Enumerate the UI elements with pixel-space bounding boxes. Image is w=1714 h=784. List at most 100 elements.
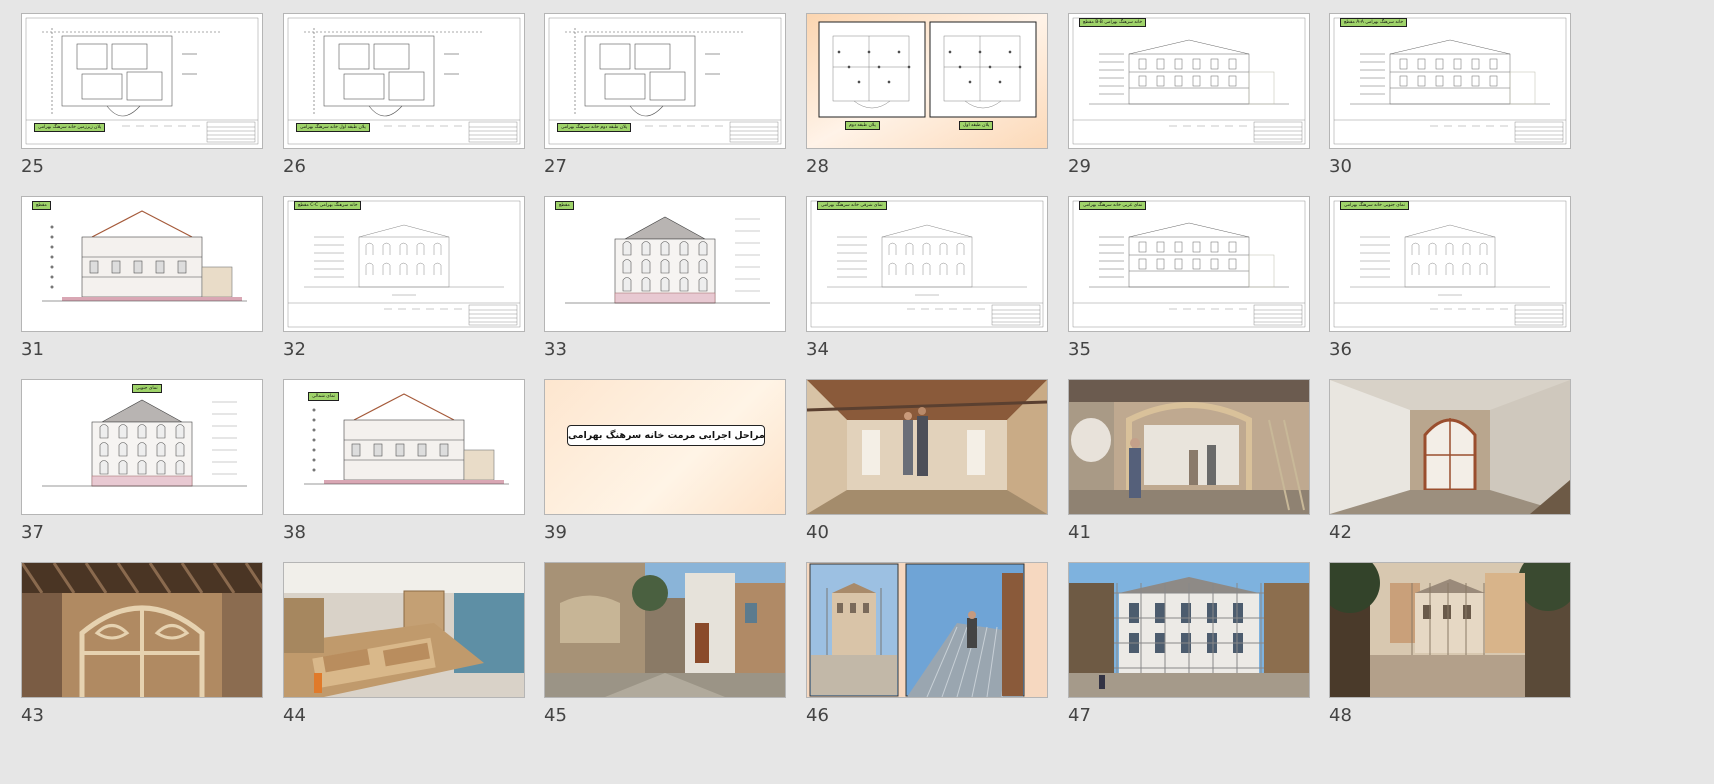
slide-item[interactable]: 45: [544, 562, 786, 752]
slide-title-text: آلبوم تصاویر مراحل اجرایی مرمت خانه سرهن…: [567, 425, 765, 446]
slide-label-tag: مقطع C-C خانه سرهنگ بهرامی: [294, 201, 362, 210]
slide-thumbnail[interactable]: پلان طبقه اول خانه سرهنگ بهرامی: [283, 13, 525, 149]
slide-thumbnail[interactable]: [283, 562, 525, 698]
slide-item[interactable]: آلبوم تصاویر مراحل اجرایی مرمت خانه سرهن…: [544, 379, 786, 569]
slide-item[interactable]: 40: [806, 379, 1048, 569]
slide-label-tag: پلان طبقه اول: [959, 121, 994, 130]
slide-drawing: [807, 14, 1047, 148]
slide-number: 43: [21, 705, 44, 726]
slide-number: 39: [544, 522, 567, 543]
slide-item[interactable]: 47: [1068, 562, 1310, 752]
slide-item[interactable]: مقطع C-C خانه سرهنگ بهرامی 32: [283, 196, 525, 386]
slide-number: 25: [21, 156, 44, 177]
slide-item[interactable]: نمای غربی خانه سرهنگ بهرامی 35: [1068, 196, 1310, 386]
slide-item[interactable]: 43: [21, 562, 263, 752]
slide-thumbnail[interactable]: آلبوم تصاویر مراحل اجرایی مرمت خانه سرهن…: [544, 379, 786, 515]
slide-number: 28: [806, 156, 829, 177]
slide-photo: [1069, 563, 1309, 697]
slide-thumbnail[interactable]: نمای شمالی: [283, 379, 525, 515]
slide-label-tag: نمای شرقی خانه سرهنگ بهرامی: [817, 201, 887, 210]
slide-thumbnail[interactable]: پلان زیرزمین خانه سرهنگ بهرامی: [21, 13, 263, 149]
slide-item[interactable]: مقطع 33: [544, 196, 786, 386]
slide-item[interactable]: مقطع B-B خانه سرهنگ بهرامی 29: [1068, 13, 1310, 203]
slide-item[interactable]: 42: [1329, 379, 1571, 569]
slide-label-tag: پلان طبقه اول خانه سرهنگ بهرامی: [296, 123, 370, 132]
slide-item[interactable]: نمای شمالی 38: [283, 379, 525, 569]
slide-item[interactable]: نمای جنوبی 37: [21, 379, 263, 569]
slide-item[interactable]: نمای جنوبی خانه سرهنگ بهرامی 36: [1329, 196, 1571, 386]
slide-thumbnail[interactable]: مقطع: [544, 196, 786, 332]
slide-number: 35: [1068, 339, 1091, 360]
slide-number: 38: [283, 522, 306, 543]
slide-number: 26: [283, 156, 306, 177]
slide-label-tag: نمای جنوبی: [132, 384, 162, 393]
slide-number: 46: [806, 705, 829, 726]
slide-number: 40: [806, 522, 829, 543]
slide-thumbnail[interactable]: [1329, 562, 1571, 698]
slide-item[interactable]: پلان طبقه دوم خانه سرهنگ بهرامی 27: [544, 13, 786, 203]
slide-label-tag: نمای شمالی: [308, 392, 340, 401]
slide-thumbnail[interactable]: [806, 379, 1048, 515]
slide-label-tag: مقطع: [32, 201, 51, 210]
slide-drawing: [287, 200, 521, 328]
slide-label-tag: نمای غربی خانه سرهنگ بهرامی: [1079, 201, 1147, 210]
slide-number: 33: [544, 339, 567, 360]
slide-sorter: پلان زیرزمین خانه سرهنگ بهرامی 25 پلان طبق…: [0, 0, 1714, 784]
slide-thumbnail[interactable]: [1068, 562, 1310, 698]
slide-thumbnail[interactable]: پلان طبقه دوم خانه سرهنگ بهرامی: [544, 13, 786, 149]
slide-number: 48: [1329, 705, 1352, 726]
slide-number: 41: [1068, 522, 1091, 543]
slide-drawing: [810, 200, 1044, 328]
slide-thumbnail[interactable]: نمای جنوبی خانه سرهنگ بهرامی: [1329, 196, 1571, 332]
slide-number: 36: [1329, 339, 1352, 360]
slide-item[interactable]: 44: [283, 562, 525, 752]
slide-thumbnail[interactable]: نمای شرقی خانه سرهنگ بهرامی: [806, 196, 1048, 332]
slide-item[interactable]: نمای شرقی خانه سرهنگ بهرامی 34: [806, 196, 1048, 386]
slide-thumbnail[interactable]: [544, 562, 786, 698]
slide-thumbnail[interactable]: مقطع C-C خانه سرهنگ بهرامی: [283, 196, 525, 332]
slide-label-tag: مقطع: [555, 201, 574, 210]
slide-thumbnail[interactable]: پلان طبقه دوم پلان طبقه اول: [806, 13, 1048, 149]
slide-item[interactable]: 46: [806, 562, 1048, 752]
slide-drawing: [42, 210, 247, 302]
slide-item[interactable]: مقطع 31: [21, 196, 263, 386]
slide-thumbnail[interactable]: [1329, 379, 1571, 515]
slide-item[interactable]: پلان زیرزمین خانه سرهنگ بهرامی 25: [21, 13, 263, 203]
slide-number: 34: [806, 339, 829, 360]
slide-thumbnail[interactable]: مقطع A-A خانه سرهنگ بهرامی: [1329, 13, 1571, 149]
slide-thumbnail[interactable]: نمای جنوبی: [21, 379, 263, 515]
slide-thumbnail[interactable]: [21, 562, 263, 698]
slide-thumbnail[interactable]: مقطع B-B خانه سرهنگ بهرامی: [1068, 13, 1310, 149]
slide-photo: [1069, 380, 1309, 514]
slide-thumbnail[interactable]: نمای غربی خانه سرهنگ بهرامی: [1068, 196, 1310, 332]
slide-number: 29: [1068, 156, 1091, 177]
slide-number: 37: [21, 522, 44, 543]
slide-number: 32: [283, 339, 306, 360]
slide-thumbnail[interactable]: [806, 562, 1048, 698]
slide-item[interactable]: پلان طبقه دوم پلان طبقه اول 28: [806, 13, 1048, 203]
slide-drawing: [1072, 200, 1306, 328]
slide-drawing: [1072, 17, 1306, 145]
slide-number: 44: [283, 705, 306, 726]
slide-drawing: [565, 216, 770, 304]
slide-number: 30: [1329, 156, 1352, 177]
slide-item[interactable]: مقطع A-A خانه سرهنگ بهرامی 30: [1329, 13, 1571, 203]
slide-drawing: [1333, 17, 1567, 145]
slide-number: 45: [544, 705, 567, 726]
slide-photo: [1330, 563, 1570, 697]
slide-drawing: [42, 399, 247, 487]
slide-item[interactable]: 41: [1068, 379, 1310, 569]
slide-number: 27: [544, 156, 567, 177]
slide-photo: [545, 563, 785, 697]
slide-label-tag: پلان زیرزمین خانه سرهنگ بهرامی: [34, 123, 106, 132]
slide-thumbnail[interactable]: مقطع: [21, 196, 263, 332]
slide-photo: [284, 563, 524, 697]
slide-photo: [1330, 380, 1570, 514]
slide-item[interactable]: 48: [1329, 562, 1571, 752]
slide-label-tag: مقطع A-A خانه سرهنگ بهرامی: [1340, 18, 1408, 27]
slide-number: 42: [1329, 522, 1352, 543]
slide-number: 47: [1068, 705, 1091, 726]
slide-item[interactable]: پلان طبقه اول خانه سرهنگ بهرامی 26: [283, 13, 525, 203]
slide-photo: [22, 563, 262, 697]
slide-thumbnail[interactable]: [1068, 379, 1310, 515]
